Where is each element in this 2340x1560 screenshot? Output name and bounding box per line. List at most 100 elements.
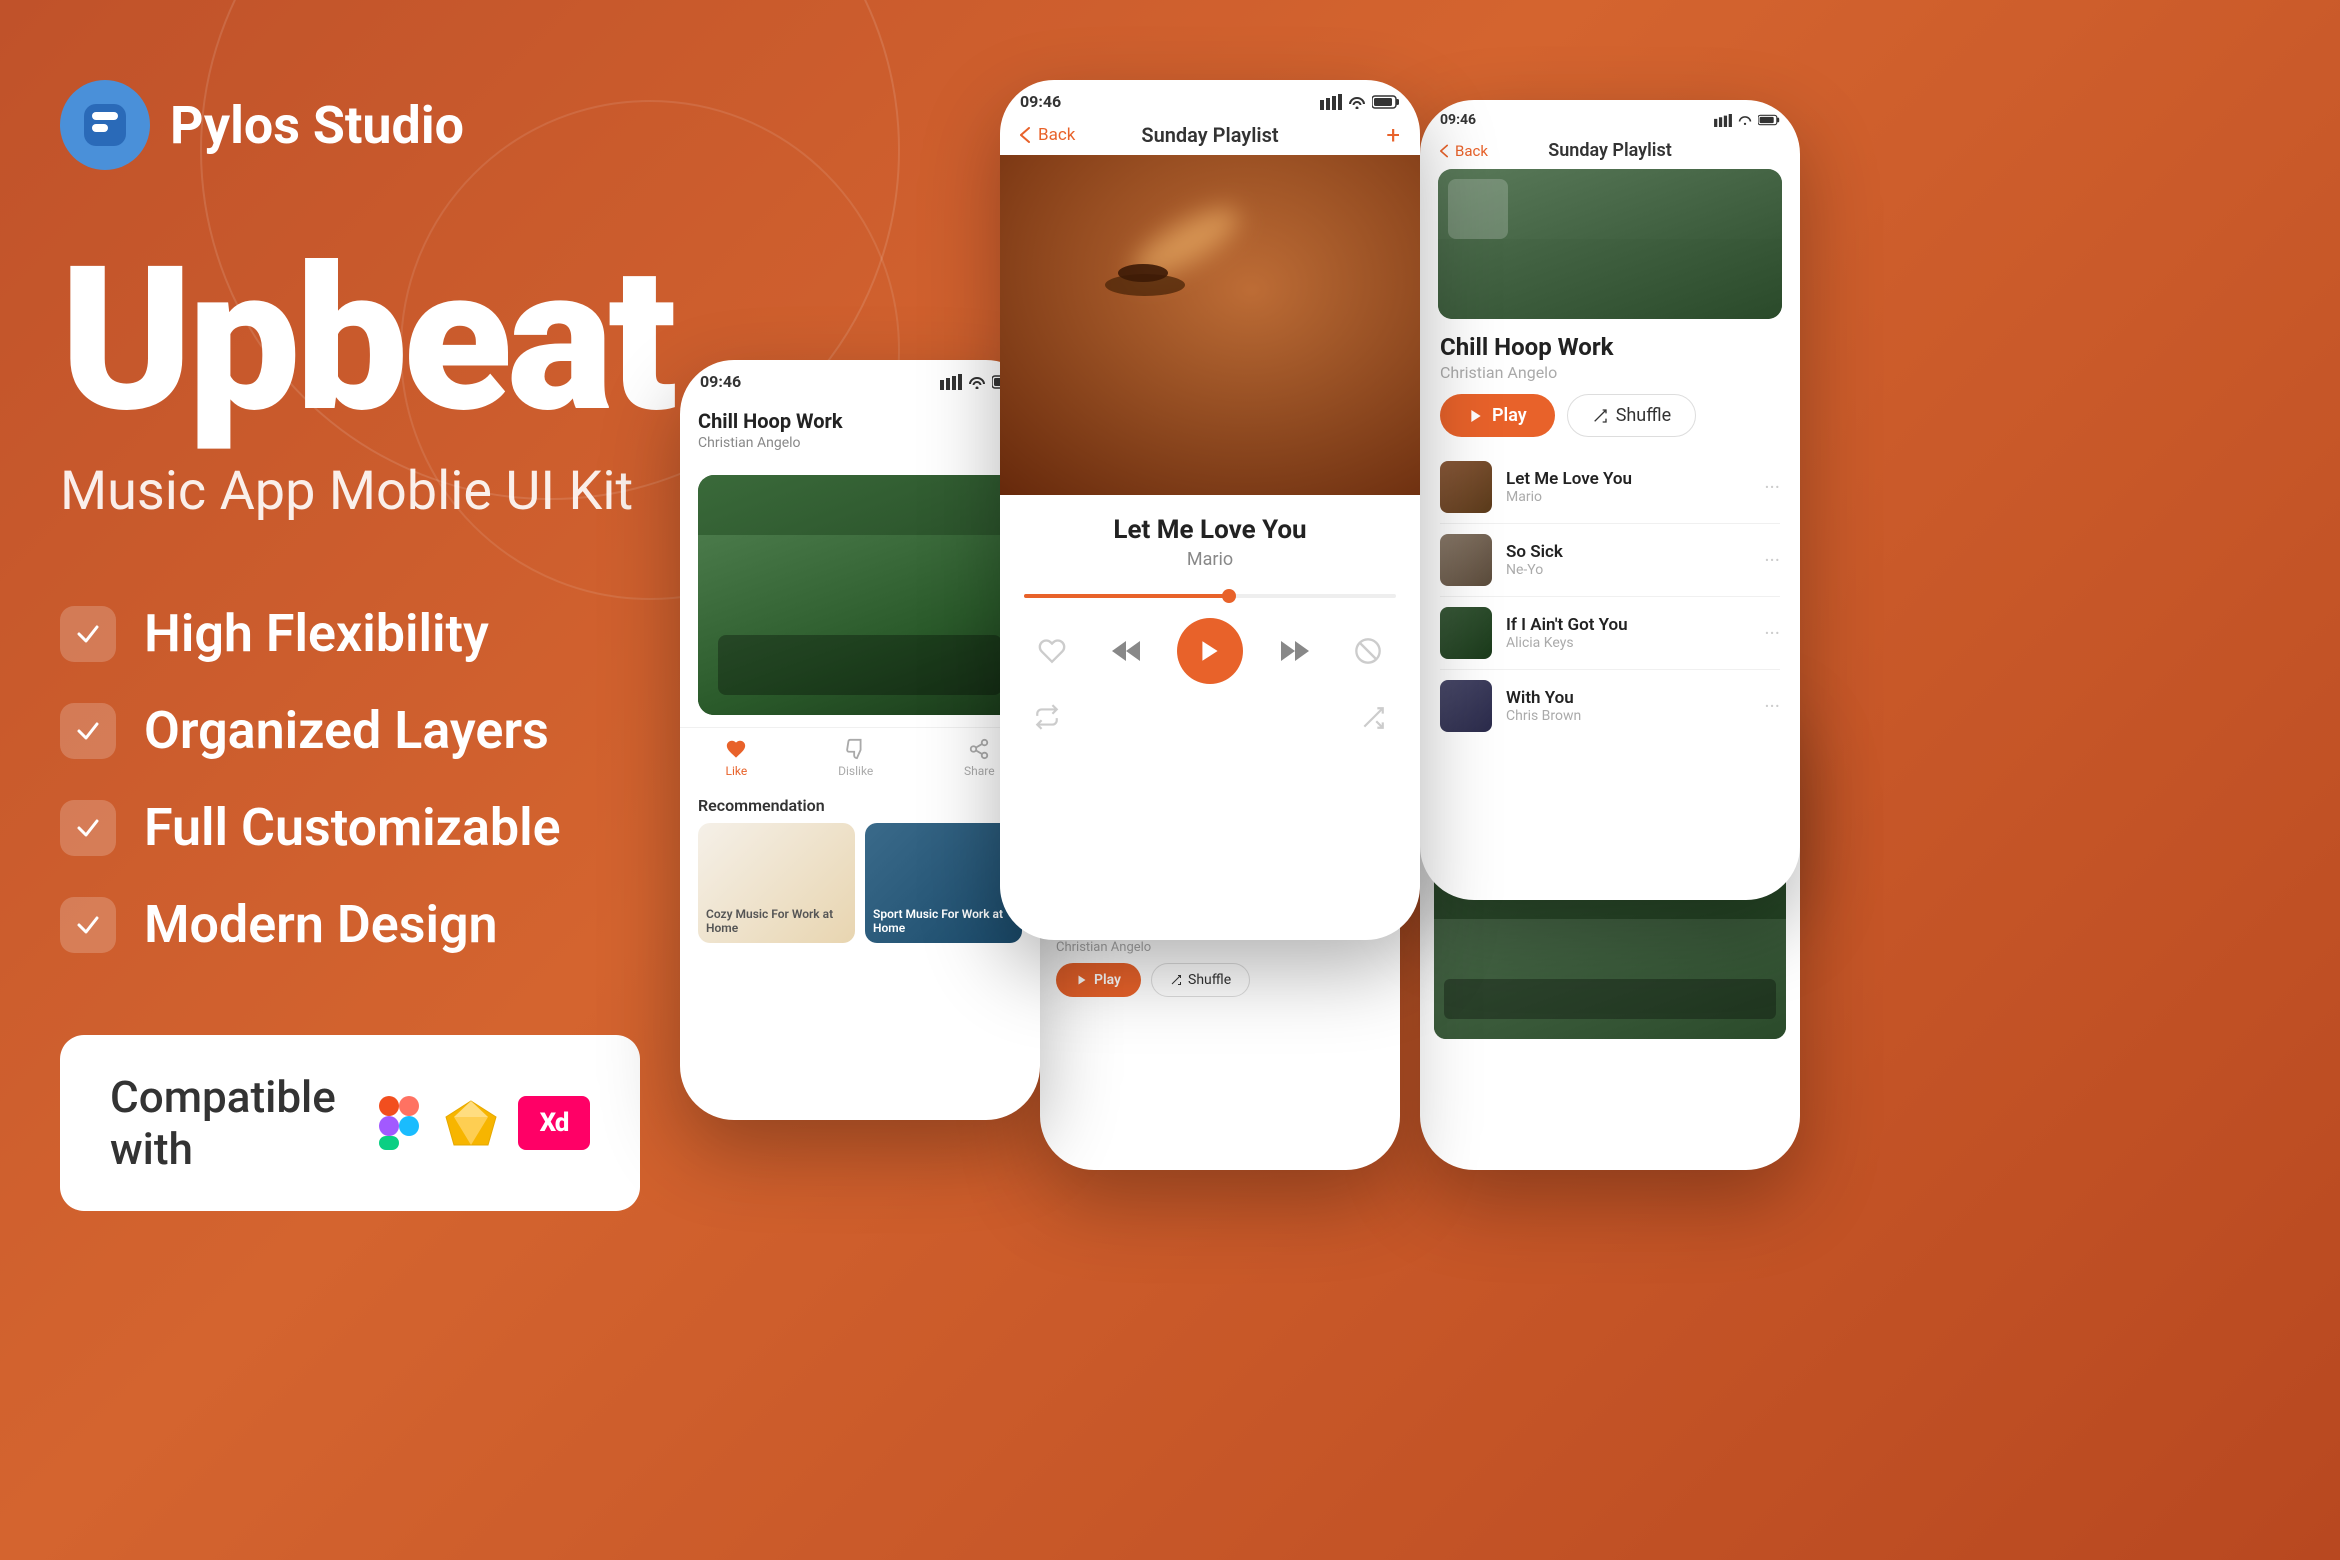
track-thumb-1 bbox=[1440, 461, 1492, 513]
phone-right-header: Back Sunday Playlist bbox=[1420, 132, 1800, 169]
phone-right-action-buttons: Play Shuffle bbox=[1420, 394, 1800, 451]
track-thumb-2 bbox=[1440, 534, 1492, 586]
tab-share[interactable]: Share bbox=[964, 738, 995, 778]
track-more-1[interactable]: ··· bbox=[1764, 475, 1780, 499]
left-panel: Pylos Studio Upbeat Music App Moblie UI … bbox=[60, 0, 680, 1560]
track-item-2[interactable]: So Sick Ne-Yo ··· bbox=[1420, 524, 1800, 596]
phone-bc-action-buttons: Play Shuffle bbox=[1040, 963, 1400, 997]
track-artist-3: Alicia Keys bbox=[1506, 635, 1750, 651]
rewind-button[interactable] bbox=[1104, 629, 1148, 673]
track-more-3[interactable]: ··· bbox=[1764, 621, 1780, 645]
features-list: High Flexibility Organized Layers Full C… bbox=[60, 603, 680, 955]
shuffle-button-label: Shuffle bbox=[1616, 405, 1671, 426]
phone-right-playlist-title: Sunday Playlist bbox=[1548, 140, 1672, 161]
back-button-right[interactable]: Back bbox=[1440, 142, 1488, 160]
phone-bc-artist: Christian Angelo bbox=[1040, 940, 1400, 963]
phone-left-tabs: Like Dislike Share bbox=[680, 727, 1040, 788]
feature-label-layers: Organized Layers bbox=[144, 700, 549, 761]
heart-button[interactable] bbox=[1030, 629, 1074, 673]
phone-bc-play-label: Play bbox=[1094, 972, 1121, 988]
figma-icon bbox=[374, 1096, 424, 1150]
progress-bg bbox=[1024, 594, 1396, 598]
compatible-box: Compatible with bbox=[60, 1035, 640, 1211]
track-artist-4: Chris Brown bbox=[1506, 708, 1750, 724]
check-icon-modern bbox=[60, 897, 116, 953]
phone-right-play-button[interactable]: Play bbox=[1440, 394, 1555, 437]
song-title: Let Me Love You bbox=[1024, 515, 1396, 545]
progress-fill bbox=[1024, 594, 1229, 598]
phone-left-status-bar: 09:46 bbox=[680, 360, 1040, 395]
phone-right-shuffle-button[interactable]: Shuffle bbox=[1567, 394, 1696, 437]
play-button-label: Play bbox=[1492, 405, 1527, 426]
phone-main-time: 09:46 bbox=[1020, 92, 1061, 111]
repeat-button[interactable] bbox=[1034, 704, 1060, 736]
sketch-icon bbox=[444, 1096, 498, 1150]
phone-bc-play-button[interactable]: Play bbox=[1056, 963, 1141, 997]
phone-left: 09:46 Chill Hoop Work Christian Angelo bbox=[680, 360, 1040, 1120]
logo-area: Pylos Studio bbox=[60, 80, 680, 170]
tab-share-label: Share bbox=[964, 764, 995, 778]
track-info-4: With You Chris Brown bbox=[1506, 688, 1750, 724]
phones-area: 09:46 Chill Hoop Work Christian Angelo bbox=[660, 0, 2340, 1560]
track-info-2: So Sick Ne-Yo bbox=[1506, 542, 1750, 578]
forward-button[interactable] bbox=[1273, 629, 1317, 673]
progress-bar[interactable] bbox=[1000, 594, 1420, 598]
add-button-main[interactable]: + bbox=[1386, 121, 1400, 149]
phone-right-song-title: Chill Hoop Work bbox=[1420, 319, 1800, 363]
rec-card-2[interactable]: Sport Music For Work at Home bbox=[865, 823, 1022, 943]
secondary-controls bbox=[1000, 700, 1420, 752]
song-info: Let Me Love You Mario bbox=[1000, 495, 1420, 594]
feature-label-customizable: Full Customizable bbox=[144, 797, 561, 858]
feature-layers: Organized Layers bbox=[60, 700, 680, 761]
phone-left-song-artist: Christian Angelo bbox=[698, 435, 1022, 451]
tool-icons: Xd bbox=[374, 1096, 590, 1150]
phone-left-time: 09:46 bbox=[700, 372, 741, 391]
brand-name: Pylos Studio bbox=[170, 95, 464, 156]
phone-main-status-bar: 09:46 bbox=[1000, 80, 1420, 115]
track-name-2: So Sick bbox=[1506, 542, 1750, 562]
track-thumb-4 bbox=[1440, 680, 1492, 732]
compatible-label: Compatible with bbox=[110, 1071, 338, 1175]
feature-modern: Modern Design bbox=[60, 894, 680, 955]
song-artist: Mario bbox=[1024, 549, 1396, 570]
track-more-2[interactable]: ··· bbox=[1764, 548, 1780, 572]
shuffle-button-main[interactable] bbox=[1360, 705, 1386, 735]
back-label-right: Back bbox=[1455, 142, 1488, 160]
progress-dot bbox=[1222, 589, 1236, 603]
feature-customizable: Full Customizable bbox=[60, 797, 680, 858]
phone-main-playlist-title: Sunday Playlist bbox=[1141, 123, 1278, 147]
check-icon-layers bbox=[60, 703, 116, 759]
tab-dislike[interactable]: Dislike bbox=[838, 738, 873, 778]
phone-right-time: 09:46 bbox=[1440, 112, 1476, 128]
rec-card-1[interactable]: Cozy Music For Work at Home bbox=[698, 823, 855, 943]
recommendation-label: Recommendation bbox=[680, 788, 1040, 823]
track-more-4[interactable]: ··· bbox=[1764, 694, 1780, 718]
rec-card-1-label: Cozy Music For Work at Home bbox=[706, 907, 847, 935]
phone-left-album-art bbox=[698, 475, 1022, 715]
status-icons-main bbox=[1320, 94, 1400, 110]
back-label-main: Back bbox=[1038, 125, 1075, 145]
track-item-1[interactable]: Let Me Love You Mario ··· bbox=[1420, 451, 1800, 523]
phone-left-song-title: Chill Hoop Work bbox=[698, 409, 1022, 433]
phone-bc-shuffle-button[interactable]: Shuffle bbox=[1151, 963, 1250, 997]
feature-flexibility: High Flexibility bbox=[60, 603, 680, 664]
track-item-4[interactable]: With You Chris Brown ··· bbox=[1420, 670, 1800, 742]
play-button[interactable] bbox=[1177, 618, 1243, 684]
track-item-3[interactable]: If I Ain't Got You Alicia Keys ··· bbox=[1420, 597, 1800, 669]
track-name-3: If I Ain't Got You bbox=[1506, 615, 1750, 635]
status-icons-right bbox=[1714, 114, 1780, 127]
track-artist-1: Mario bbox=[1506, 489, 1750, 505]
track-name-4: With You bbox=[1506, 688, 1750, 708]
app-subtitle: Music App Moblie UI Kit bbox=[60, 460, 680, 523]
back-button-main[interactable]: Back bbox=[1020, 125, 1075, 145]
check-icon-customizable bbox=[60, 800, 116, 856]
hero-image bbox=[1000, 155, 1420, 495]
phone-main: 09:46 Back Sunday Playlist + bbox=[1000, 80, 1420, 940]
tab-like[interactable]: Like bbox=[725, 738, 747, 778]
phone-bc-shuffle-label: Shuffle bbox=[1188, 972, 1231, 988]
hero-face bbox=[1000, 155, 1420, 495]
phone-right: 09:46 Back Sunday Playlist Chill Hoop Wo… bbox=[1420, 100, 1800, 900]
options-button[interactable] bbox=[1346, 629, 1390, 673]
track-list: Let Me Love You Mario ··· So Sick Ne-Yo … bbox=[1420, 451, 1800, 742]
feature-label-flexibility: High Flexibility bbox=[144, 603, 489, 664]
